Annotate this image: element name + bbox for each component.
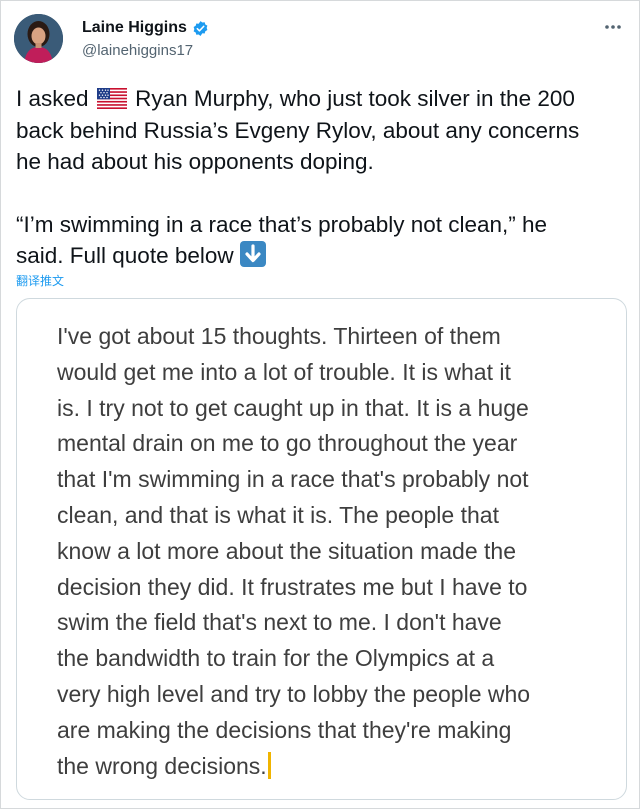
quote-line: the bandwidth to train for the Olympics … — [57, 645, 495, 672]
quote-line: that I'm swimming in a race that's proba… — [57, 466, 529, 493]
author-name-row: Laine Higgins — [82, 19, 209, 37]
more-options-icon[interactable] — [601, 15, 625, 39]
author-handle[interactable]: @lainehiggins17 — [82, 42, 193, 59]
tweet-text-segment: I asked — [16, 86, 89, 111]
down-arrow-icon — [239, 241, 266, 267]
quote-line: the wrong decisions. — [57, 752, 267, 779]
tweet-text: I asked Ryan Murphy, who just took silve… — [16, 83, 628, 272]
translate-tweet-link[interactable]: 翻译推文 — [16, 272, 64, 289]
quote-line: swim the field that's next to me. I don'… — [57, 609, 502, 636]
quote-image-text: I've got about 15 thoughts. Thirteen of … — [57, 319, 617, 784]
author-display-name[interactable]: Laine Higgins — [82, 19, 187, 37]
quote-line: mental drain on me to go throughout the … — [57, 430, 518, 457]
quote-line: decision they did. It frustrates me but … — [57, 573, 528, 600]
tweet-card: Laine Higgins @lainehiggins17 I asked Ry… — [0, 0, 640, 809]
quote-line: clean, and that is what it is. The peopl… — [57, 501, 499, 528]
tweet-text-segment: Ryan Murphy, who just took silver in the… — [135, 86, 575, 111]
quote-line: is. I try not to get caught up in that. … — [57, 394, 529, 421]
us-flag-icon — [96, 88, 127, 109]
quote-line: I've got about 15 thoughts. Thirteen of … — [57, 323, 501, 349]
quote-line: would get me into a lot of trouble. It i… — [57, 358, 511, 385]
quote-line: are making the decisions that they're ma… — [57, 716, 512, 743]
tweet-line: back behind Russia’s Evgeny Rylov, about… — [16, 117, 580, 143]
tweet-text-segment: said. Full quote below — [16, 243, 234, 268]
quote-line: know a lot more about the situation made… — [57, 537, 517, 564]
verified-badge-icon — [192, 20, 209, 37]
tweet-line: “I’m swimming in a race that’s probably … — [16, 211, 548, 237]
tweet-line: said. Full quote below — [16, 240, 628, 272]
tweet-line: he had about his opponents doping. — [16, 149, 374, 174]
author-avatar[interactable] — [14, 14, 63, 63]
quote-image[interactable]: I've got about 15 thoughts. Thirteen of … — [16, 298, 627, 800]
quote-last-line: the wrong decisions. — [57, 749, 617, 785]
tweet-line: I asked Ryan Murphy, who just took silve… — [16, 83, 628, 115]
text-cursor — [267, 751, 271, 779]
quote-line: very high level and try to lobby the peo… — [57, 680, 531, 707]
